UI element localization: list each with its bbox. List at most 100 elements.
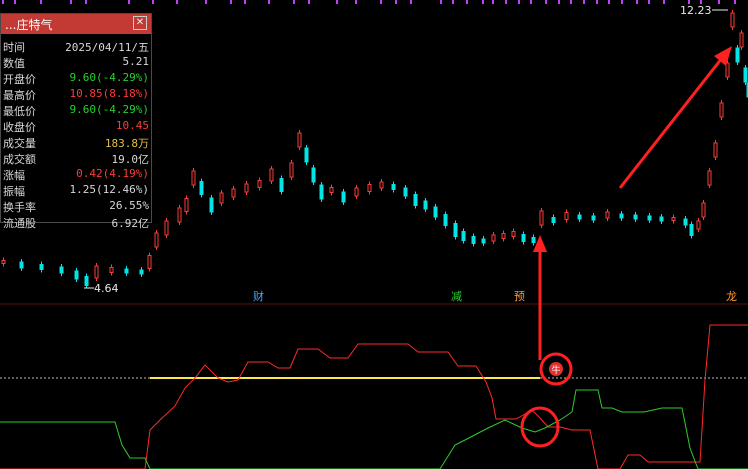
event-marker-cai[interactable]: 财 bbox=[253, 289, 264, 303]
candle-body bbox=[319, 184, 324, 200]
info-row-value: 9.60(-4.29%) bbox=[69, 71, 149, 84]
candle-body bbox=[739, 32, 744, 48]
top-tick bbox=[648, 0, 650, 4]
top-tick bbox=[570, 0, 572, 4]
candle-body bbox=[689, 224, 694, 236]
info-row-label: 换手率 bbox=[3, 201, 36, 214]
top-tick bbox=[268, 0, 270, 4]
candle-body bbox=[433, 206, 438, 218]
top-tick bbox=[440, 0, 442, 4]
info-row-value: 0.42(4.19%) bbox=[76, 167, 149, 180]
top-tick bbox=[466, 0, 468, 4]
info-row-label: 成交额 bbox=[3, 153, 36, 166]
candle-body bbox=[501, 233, 506, 239]
candle-body bbox=[279, 178, 284, 192]
candle-body bbox=[311, 167, 316, 183]
info-row-label: 涨幅 bbox=[3, 169, 25, 182]
diagonal-arrow-line bbox=[618, 57, 724, 189]
top-tick bbox=[518, 0, 520, 4]
close-icon[interactable]: ✕ bbox=[133, 16, 147, 30]
info-row: 开盘价 9.60(-4.29%) bbox=[1, 70, 151, 86]
candle-body bbox=[725, 62, 730, 78]
candle-body bbox=[297, 132, 302, 148]
info-row-label: 数值 bbox=[3, 57, 25, 70]
candle-body bbox=[743, 67, 748, 83]
candle-body bbox=[471, 236, 476, 244]
top-tick bbox=[70, 0, 72, 4]
info-row-value: 1.25(12.46%) bbox=[69, 183, 149, 196]
candle-body bbox=[269, 168, 274, 182]
top-tick bbox=[663, 0, 665, 4]
top-tick bbox=[395, 0, 397, 4]
candle-body bbox=[391, 184, 396, 190]
candle-body bbox=[164, 220, 169, 236]
top-tick-marks bbox=[2, 0, 736, 4]
candle-body bbox=[209, 197, 214, 213]
candle-body bbox=[633, 214, 638, 220]
top-tick bbox=[636, 0, 638, 4]
info-row-value: 19.0亿 bbox=[111, 153, 150, 166]
info-row-label: 时间 bbox=[3, 41, 25, 54]
top-tick bbox=[505, 0, 507, 4]
candle-body bbox=[59, 266, 64, 274]
event-marker-long[interactable]: 龙 bbox=[726, 290, 737, 303]
top-tick bbox=[355, 0, 357, 4]
info-row: 流通股 6.92亿 bbox=[1, 214, 151, 230]
info-row: 数值 5.21 bbox=[1, 54, 151, 70]
candle-body bbox=[74, 270, 79, 280]
candle-body bbox=[354, 187, 359, 197]
candle-body bbox=[94, 265, 99, 279]
candle-body bbox=[177, 207, 182, 223]
candle-body bbox=[671, 217, 676, 221]
candle-body bbox=[696, 220, 701, 230]
info-row-label: 振幅 bbox=[3, 185, 25, 198]
top-tick bbox=[734, 0, 736, 4]
candle-body bbox=[289, 162, 294, 178]
info-row-label: 成交量 bbox=[3, 137, 36, 150]
candle-body bbox=[379, 181, 384, 189]
candle-body bbox=[191, 170, 196, 186]
event-marker-yu[interactable]: 预 bbox=[514, 290, 525, 303]
candle-body bbox=[341, 191, 346, 203]
candle-body bbox=[231, 188, 236, 198]
candle-body bbox=[481, 238, 486, 244]
candle-body bbox=[591, 215, 596, 221]
candle-body bbox=[707, 170, 712, 186]
candle-body bbox=[647, 215, 652, 221]
top-tick bbox=[558, 0, 560, 4]
candle-body bbox=[199, 181, 204, 195]
candle-body bbox=[139, 269, 144, 275]
high-price-label: 12.23 bbox=[680, 4, 712, 17]
candle-body bbox=[619, 213, 624, 219]
info-title-bar[interactable]: ...庄特气 ✕ bbox=[1, 14, 151, 34]
candle-body bbox=[453, 223, 458, 237]
candle-body bbox=[683, 218, 688, 226]
info-row-value: 26.55% bbox=[109, 199, 149, 212]
candle-body bbox=[701, 202, 706, 218]
candle-body bbox=[244, 183, 249, 193]
candle-body bbox=[461, 231, 466, 241]
info-row: 时间 2025/04/11/五 bbox=[1, 38, 151, 54]
top-tick bbox=[492, 0, 494, 4]
event-marker-jian[interactable]: 减 bbox=[451, 290, 462, 303]
info-row-value: 10.85(8.18%) bbox=[69, 87, 149, 100]
info-row: 最高价 10.85(8.18%) bbox=[1, 86, 151, 102]
info-row-value: 5.21 bbox=[122, 55, 150, 68]
candle-body bbox=[730, 12, 735, 28]
candle-body bbox=[257, 180, 262, 188]
candle-body bbox=[304, 147, 309, 163]
info-row-label: 流通股 bbox=[3, 217, 36, 230]
top-tick bbox=[545, 0, 547, 4]
info-row: 振幅 1.25(12.46%) bbox=[1, 182, 151, 198]
top-tick bbox=[482, 0, 484, 4]
candle-body bbox=[491, 234, 496, 242]
info-row-value: 6.92亿 bbox=[111, 217, 150, 230]
top-tick bbox=[380, 0, 382, 4]
top-tick bbox=[308, 0, 310, 4]
low-price-label: 4.64 bbox=[94, 282, 119, 295]
signal-badge-text: 牛 bbox=[551, 364, 560, 376]
candle-body bbox=[551, 217, 556, 223]
info-row-value: 183.8万 bbox=[104, 137, 149, 150]
top-tick bbox=[608, 0, 610, 4]
info-row-label: 收盘价 bbox=[3, 121, 36, 134]
